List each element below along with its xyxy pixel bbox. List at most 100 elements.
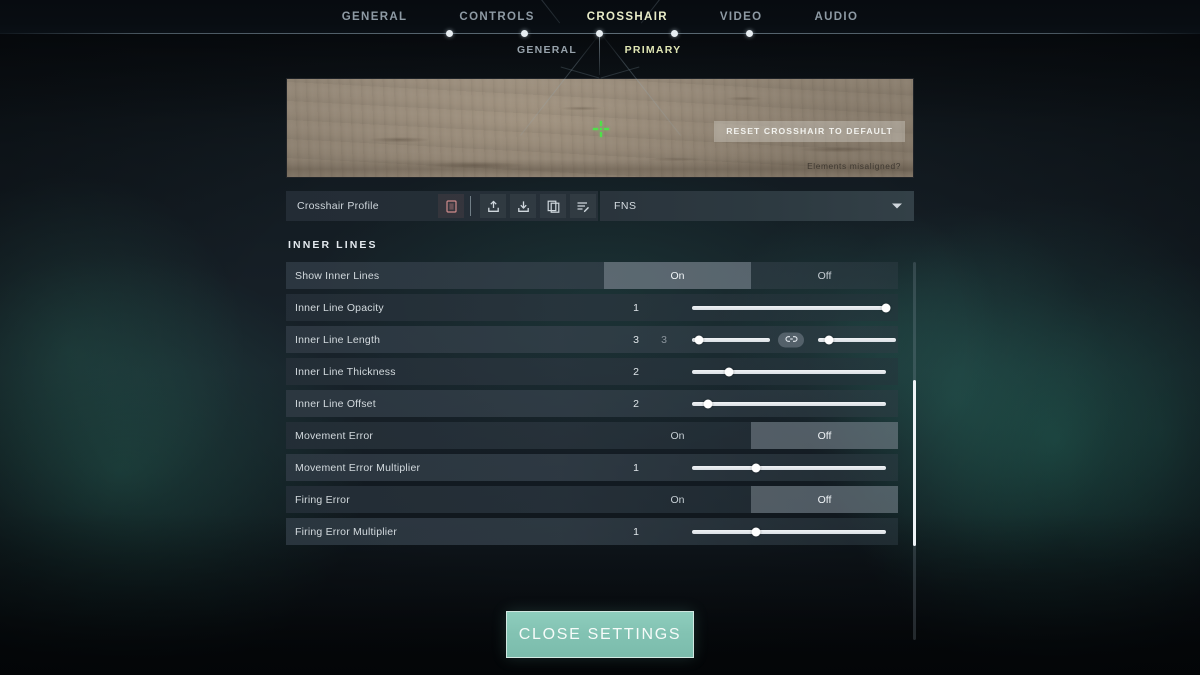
- settings-scrollbar[interactable]: [913, 262, 916, 640]
- row-value: 3: [633, 333, 639, 346]
- row-label: Movement Error Multiplier: [295, 461, 421, 474]
- tab-list: GENERAL CONTROLS CROSSHAIR VIDEO AUDIO: [0, 0, 1200, 33]
- toggle-show-inner-lines: On Off: [604, 262, 898, 289]
- row-inner-line-opacity: Inner Line Opacity 1: [286, 294, 898, 321]
- reset-crosshair-button[interactable]: RESET CROSSHAIR TO DEFAULT: [714, 121, 905, 142]
- settings-panel: INNER LINES Show Inner Lines On Off Inne…: [286, 239, 916, 640]
- tab-general[interactable]: GENERAL: [316, 11, 434, 23]
- duplicate-profile-button[interactable]: [540, 194, 566, 218]
- scrollbar-thumb[interactable]: [913, 380, 916, 546]
- row-show-inner-lines: Show Inner Lines On Off: [286, 262, 898, 289]
- rename-profile-button[interactable]: [570, 194, 596, 218]
- row-control: On Off: [604, 422, 898, 449]
- crosshair-profile-bar: Crosshair Profile FNS: [286, 191, 914, 221]
- slider-knob[interactable]: [694, 335, 704, 344]
- download-icon: [517, 200, 530, 213]
- subtab-list: GENERAL PRIMARY: [0, 44, 1200, 70]
- tab-node-crosshair: [596, 30, 603, 37]
- profile-selected-value: FNS: [614, 200, 637, 212]
- toggle-movement-error: On Off: [604, 422, 898, 449]
- slider-inner-line-thickness[interactable]: [692, 367, 886, 376]
- row-value-secondary: 3: [661, 333, 667, 346]
- toggle-option-on[interactable]: On: [604, 422, 751, 449]
- toggle-option-on[interactable]: On: [604, 486, 751, 513]
- row-label: Firing Error: [295, 493, 350, 506]
- row-control: 2: [604, 390, 898, 417]
- profile-label-group: Crosshair Profile: [286, 191, 598, 221]
- copy-icon: [547, 200, 560, 213]
- row-control: 3 3: [604, 326, 898, 353]
- chevron-down-icon: [892, 203, 902, 209]
- slider-knob[interactable]: [703, 399, 713, 408]
- row-label: Show Inner Lines: [295, 269, 380, 282]
- row-control: 1: [604, 454, 898, 481]
- link-icon: [784, 331, 799, 349]
- tab-node-general: [446, 30, 453, 37]
- slider-movement-error-multiplier[interactable]: [692, 463, 886, 472]
- slider-knob[interactable]: [881, 303, 891, 312]
- row-label: Inner Line Offset: [295, 397, 376, 410]
- top-navigation: GENERAL CONTROLS CROSSHAIR VIDEO AUDIO G…: [0, 0, 1200, 136]
- slider-knob[interactable]: [751, 463, 761, 472]
- row-label: Firing Error Multiplier: [295, 525, 398, 538]
- section-title: INNER LINES: [288, 239, 378, 251]
- export-profile-button[interactable]: [510, 194, 536, 218]
- row-label: Inner Line Length: [295, 333, 381, 346]
- crosshair-line-up: [600, 121, 602, 126]
- subtab-primary[interactable]: PRIMARY: [625, 44, 682, 56]
- delete-profile-button[interactable]: [438, 194, 464, 218]
- row-value: 1: [633, 525, 639, 538]
- subtab-general[interactable]: GENERAL: [517, 44, 577, 56]
- row-label: Inner Line Thickness: [295, 365, 396, 378]
- link-lengths-toggle[interactable]: [778, 332, 804, 347]
- row-label: Movement Error: [295, 429, 374, 442]
- row-control: 2: [604, 358, 898, 385]
- rename-icon: [576, 200, 590, 213]
- toggle-firing-error: On Off: [604, 486, 898, 513]
- slider-inner-line-offset[interactable]: [692, 399, 886, 408]
- row-value: 2: [633, 365, 639, 378]
- toggle-option-off[interactable]: Off: [751, 422, 898, 449]
- slider-inner-line-length-secondary[interactable]: [818, 335, 896, 344]
- toggle-option-off[interactable]: Off: [751, 486, 898, 513]
- elements-misaligned-link[interactable]: Elements misaligned?: [807, 161, 901, 171]
- profile-label: Crosshair Profile: [297, 200, 379, 212]
- close-settings-button[interactable]: CLOSE SETTINGS: [506, 611, 694, 658]
- tab-node-video: [671, 30, 678, 37]
- tab-controls[interactable]: CONTROLS: [433, 11, 560, 23]
- crosshair-line-down: [600, 132, 602, 137]
- toggle-option-on[interactable]: On: [604, 262, 751, 289]
- slider-knob[interactable]: [824, 335, 834, 344]
- row-control: 1: [604, 294, 898, 321]
- slider-inner-line-opacity[interactable]: [692, 303, 891, 312]
- crosshair-preview: RESET CROSSHAIR TO DEFAULT Elements misa…: [286, 78, 914, 178]
- slider-knob[interactable]: [724, 367, 734, 376]
- tab-node-controls: [521, 30, 528, 37]
- row-value: 2: [633, 397, 639, 410]
- row-firing-error: Firing Error On Off: [286, 486, 898, 513]
- slider-firing-error-multiplier[interactable]: [692, 527, 886, 536]
- row-control: 1: [604, 518, 898, 545]
- crosshair-line-right: [604, 128, 609, 130]
- row-movement-error-multiplier: Movement Error Multiplier 1: [286, 454, 898, 481]
- profile-select[interactable]: FNS: [600, 191, 914, 221]
- row-control: On Off: [604, 262, 898, 289]
- crosshair-center-dot: [600, 128, 602, 130]
- settings-rows: Show Inner Lines On Off Inner Line Opaci…: [286, 262, 916, 640]
- settings-content: RESET CROSSHAIR TO DEFAULT Elements misa…: [286, 78, 916, 640]
- row-value: 1: [633, 301, 639, 314]
- row-inner-line-thickness: Inner Line Thickness 2: [286, 358, 898, 385]
- row-movement-error: Movement Error On Off: [286, 422, 898, 449]
- tab-crosshair[interactable]: CROSSHAIR: [561, 11, 694, 23]
- row-label: Inner Line Opacity: [295, 301, 384, 314]
- slider-knob[interactable]: [751, 527, 761, 536]
- tab-video[interactable]: VIDEO: [694, 11, 789, 23]
- tab-node-audio: [746, 30, 753, 37]
- upload-icon: [487, 200, 500, 213]
- icon-divider: [470, 196, 471, 216]
- toggle-option-off[interactable]: Off: [751, 262, 898, 289]
- slider-inner-line-length-primary[interactable]: [692, 335, 770, 344]
- import-profile-button[interactable]: [480, 194, 506, 218]
- tab-audio[interactable]: AUDIO: [788, 11, 884, 23]
- settings-screen: GENERAL CONTROLS CROSSHAIR VIDEO AUDIO G…: [0, 0, 1200, 675]
